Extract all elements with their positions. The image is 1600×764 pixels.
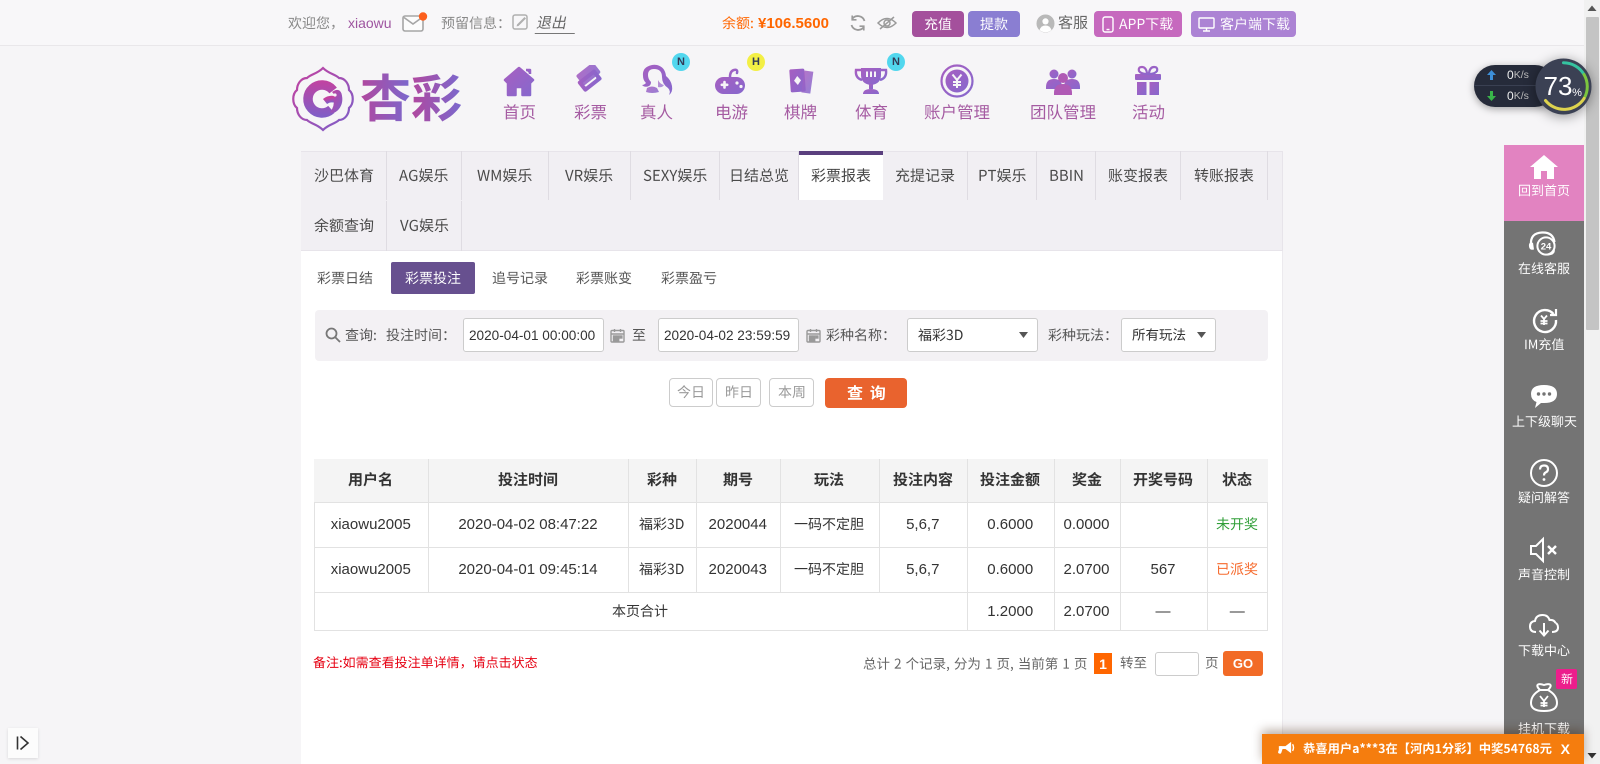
svg-text:%: % [1572, 87, 1582, 99]
svg-text:73: 73 [1544, 71, 1573, 101]
svg-text:24: 24 [1541, 241, 1552, 252]
